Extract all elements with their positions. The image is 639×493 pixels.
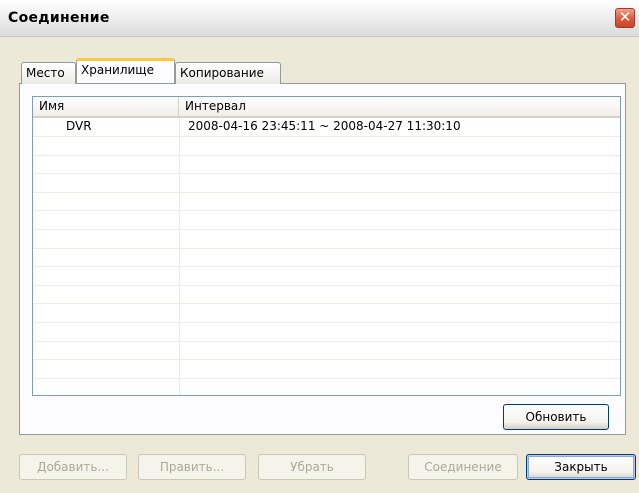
- row-gridline: [33, 284, 620, 286]
- refresh-button[interactable]: Обновить: [503, 404, 609, 430]
- column-header-interval[interactable]: Интервал: [179, 97, 620, 116]
- row-gridline: [33, 247, 620, 249]
- row-gridline: [33, 340, 620, 342]
- row-gridline: [33, 136, 620, 137]
- row-gridline: [33, 359, 620, 361]
- storage-list[interactable]: Имя Интервал DVR 2008-04-16 23:45:11 ~ 2…: [32, 96, 621, 396]
- list-header: Имя Интервал: [33, 97, 620, 118]
- row-name-cell: DVR: [66, 119, 92, 133]
- row-interval-cell: 2008-04-16 23:45:11 ~ 2008-04-27 11:30:1…: [188, 119, 461, 133]
- row-gridline: [33, 266, 620, 268]
- tab-storage[interactable]: Хранилище: [76, 58, 175, 83]
- title-bar[interactable]: Соединение ✕: [0, 0, 639, 37]
- row-gridline: [33, 154, 620, 156]
- table-row[interactable]: DVR 2008-04-16 23:45:11 ~ 2008-04-27 11:…: [33, 118, 620, 136]
- column-header-name[interactable]: Имя: [33, 97, 179, 116]
- tab-copying[interactable]: Копирование: [175, 62, 281, 84]
- close-icon[interactable]: ✕: [615, 8, 635, 28]
- tab-location[interactable]: Место: [21, 62, 76, 84]
- remove-button[interactable]: Убрать: [258, 454, 366, 480]
- row-gridline: [33, 173, 620, 175]
- row-gridline: [33, 377, 620, 379]
- column-divider: [179, 118, 180, 395]
- row-gridline: [33, 303, 620, 305]
- connect-button[interactable]: Соединение: [408, 454, 518, 480]
- edit-button[interactable]: Править...: [138, 454, 246, 480]
- row-gridline: [33, 191, 620, 193]
- row-gridline: [33, 322, 620, 323]
- window-title: Соединение: [8, 10, 110, 26]
- add-button[interactable]: Добавить...: [19, 454, 127, 480]
- row-gridline: [33, 229, 620, 230]
- close-button[interactable]: Закрыть: [526, 454, 636, 480]
- row-gridline: [33, 210, 620, 212]
